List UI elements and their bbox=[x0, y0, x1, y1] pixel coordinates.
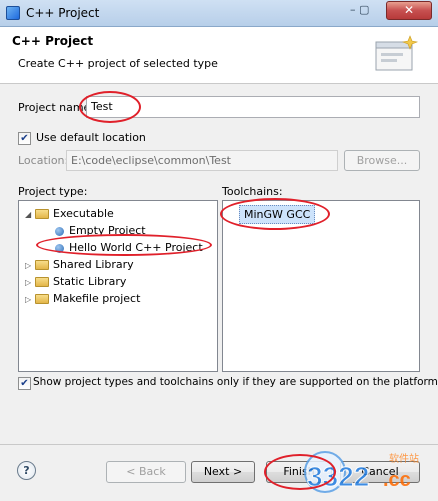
collapse-arrow-icon[interactable]: ▷ bbox=[25, 257, 35, 274]
folder-icon bbox=[35, 294, 49, 304]
next-button[interactable]: Next > bbox=[191, 461, 255, 483]
wizard-title: C++ Project bbox=[12, 34, 94, 48]
show-supported-only-checkbox[interactable]: ✔ bbox=[18, 377, 31, 390]
tree-item-static-library[interactable]: ▷ Static Library bbox=[25, 273, 126, 290]
tree-item-label: Executable bbox=[53, 207, 114, 220]
wizard-banner-icon bbox=[375, 35, 419, 71]
collapse-arrow-icon[interactable]: ▷ bbox=[25, 291, 35, 308]
use-default-location-label: Use default location bbox=[36, 131, 146, 144]
help-icon[interactable]: ? bbox=[17, 461, 36, 480]
annotation-oval bbox=[220, 198, 330, 230]
project-type-heading: Project type: bbox=[18, 185, 88, 198]
tree-item-label: Static Library bbox=[53, 275, 127, 288]
annotation-oval bbox=[79, 91, 141, 123]
tree-item-makefile-project[interactable]: ▷ Makefile project bbox=[25, 290, 140, 307]
tree-item-label: Makefile project bbox=[53, 292, 141, 305]
folder-icon bbox=[35, 209, 49, 219]
back-button[interactable]: < Back bbox=[106, 461, 186, 483]
tree-item-executable[interactable]: ◢ Executable bbox=[25, 205, 114, 222]
show-supported-only-label: Show project types and toolchains only i… bbox=[33, 376, 438, 388]
close-button[interactable]: ✕ bbox=[386, 1, 432, 20]
expand-arrow-icon[interactable]: ◢ bbox=[25, 206, 35, 223]
annotation-oval bbox=[36, 234, 212, 256]
browse-button[interactable]: Browse... bbox=[344, 150, 420, 171]
toolchains-heading: Toolchains: bbox=[222, 185, 283, 198]
window-controls: – ▢ bbox=[350, 3, 370, 16]
tree-item-label: Shared Library bbox=[53, 258, 134, 271]
folder-icon bbox=[35, 277, 49, 287]
bullet-icon bbox=[55, 226, 64, 236]
collapse-arrow-icon[interactable]: ▷ bbox=[25, 274, 35, 291]
annotation-oval bbox=[264, 454, 336, 490]
app-icon bbox=[6, 6, 20, 20]
svg-text:.cc: .cc bbox=[383, 469, 411, 491]
wizard-description: Create C++ project of selected type bbox=[18, 57, 218, 70]
folder-icon bbox=[35, 260, 49, 270]
location-input[interactable]: E:\code\eclipse\common\Test bbox=[66, 150, 338, 171]
use-default-location-checkbox[interactable]: ✔ bbox=[18, 132, 31, 145]
project-type-tree[interactable]: ◢ Executable Empty Project Hello World C+… bbox=[18, 200, 218, 372]
tree-item-shared-library[interactable]: ▷ Shared Library bbox=[25, 256, 134, 273]
svg-text:软件站: 软件站 bbox=[389, 452, 419, 465]
location-label: Location: bbox=[18, 154, 69, 167]
window-title: C++ Project bbox=[26, 6, 100, 20]
